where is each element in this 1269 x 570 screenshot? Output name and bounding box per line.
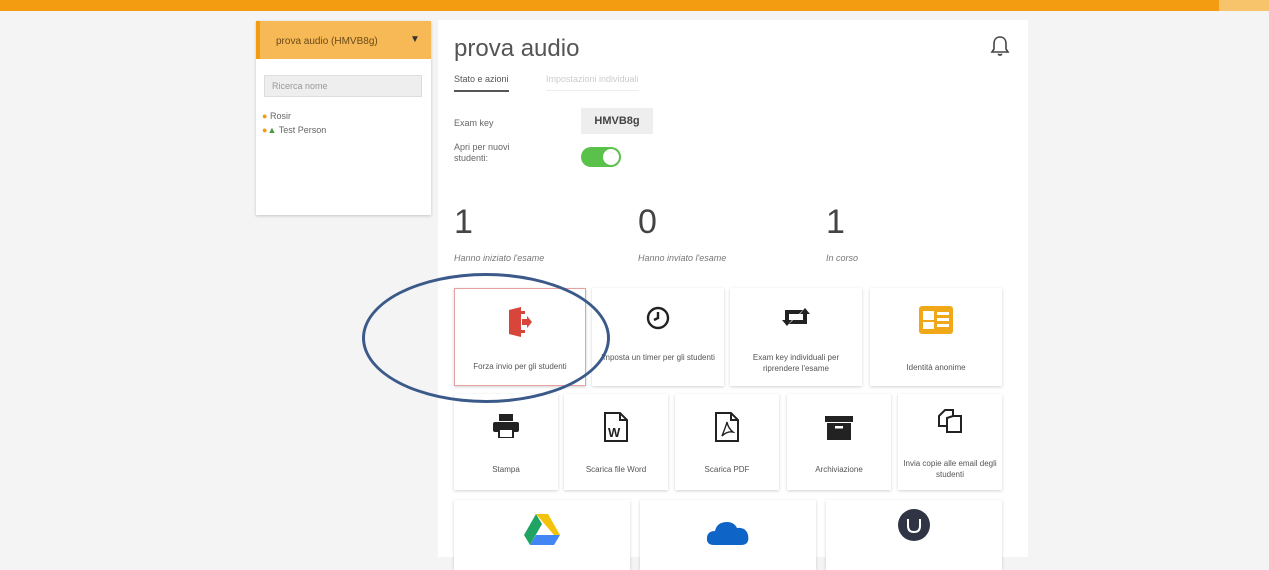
unicheck-icon	[898, 509, 930, 541]
bell-icon[interactable]	[988, 34, 1012, 58]
stat-in-progress-value: 1	[826, 203, 845, 241]
print-button[interactable]: Stampa	[454, 394, 558, 490]
download-word-label: Scarica file Word	[585, 465, 647, 474]
id-card-icon	[919, 306, 953, 334]
student-list: ● Rosir ●▲ Test Person	[262, 109, 326, 137]
exam-key-label: Exam key	[454, 118, 494, 128]
copy-icon	[938, 409, 962, 433]
email-copies-button[interactable]: Invia copie alle email degli studenti	[898, 394, 1002, 490]
student-name: Rosir	[269, 111, 291, 121]
caret-down-icon: ▼	[410, 34, 420, 45]
exam-select-label: prova audio (HMVB8g)	[276, 36, 378, 47]
status-dot-icon: ●	[262, 111, 268, 121]
email-copies-label: Invia copie alle email degli studenti	[903, 459, 997, 479]
google-drive-button[interactable]	[454, 500, 630, 570]
archive-label: Archiviazione	[815, 465, 863, 474]
student-search-input[interactable]: Ricerca nome	[264, 75, 422, 97]
force-submit-button[interactable]: Forza invio per gli studenti	[454, 288, 586, 386]
word-file-icon: W	[604, 412, 628, 442]
exit-icon	[509, 307, 532, 337]
set-timer-button[interactable]: Imposta un timer per gli studenti	[592, 288, 724, 386]
tab-individual-settings[interactable]: Impostazioni individuali	[546, 74, 639, 91]
main-panel: prova audio Stato e azioni Impostazioni …	[438, 20, 1028, 570]
print-label: Stampa	[492, 465, 520, 474]
page-title: prova audio	[454, 35, 580, 62]
unicheck-button[interactable]	[826, 500, 1002, 570]
onedrive-button[interactable]	[640, 500, 816, 570]
download-word-button[interactable]: W Scarica file Word	[564, 394, 668, 490]
stat-started-label: Hanno iniziato l'esame	[454, 253, 545, 263]
stat-started-value: 1	[454, 203, 473, 241]
open-new-students-toggle[interactable]	[581, 147, 621, 167]
student-item[interactable]: ● Rosir	[262, 109, 326, 123]
download-pdf-label: Scarica PDF	[704, 465, 750, 474]
archive-icon	[825, 416, 853, 440]
individual-exam-key-label: Exam key individuali per riprendere l'es…	[752, 353, 840, 373]
open-new-students-label: Apri per nuovi studenti:	[454, 142, 510, 163]
stat-submitted-value: 0	[638, 203, 657, 241]
archive-button[interactable]: Archiviazione	[787, 394, 891, 490]
top-bar-right-segment	[1219, 0, 1269, 11]
printer-icon	[493, 414, 519, 438]
stat-submitted-label: Hanno inviato l'esame	[638, 253, 727, 263]
toggle-knob	[603, 149, 619, 165]
top-accent-bar	[0, 0, 1269, 11]
svg-text:W: W	[608, 425, 621, 440]
google-drive-icon	[524, 514, 560, 545]
tab-status-actions[interactable]: Stato e azioni	[454, 74, 509, 92]
clock-icon	[646, 306, 670, 330]
student-name: Test Person	[278, 125, 327, 135]
stat-in-progress-label: In corso	[826, 253, 859, 263]
retweet-icon	[782, 308, 810, 326]
anonymous-identity-button[interactable]: Identità anonime	[870, 288, 1002, 386]
person-icon: ▲	[267, 125, 277, 135]
download-pdf-button[interactable]: Scarica PDF	[675, 394, 779, 490]
individual-exam-key-button[interactable]: Exam key individuali per riprendere l'es…	[730, 288, 862, 386]
set-timer-label: Imposta un timer per gli studenti	[601, 353, 715, 362]
onedrive-icon	[706, 522, 749, 545]
force-submit-label: Forza invio per gli studenti	[473, 362, 567, 371]
exam-key-value: HMVB8g	[581, 108, 653, 134]
pdf-file-icon	[715, 412, 739, 442]
student-item[interactable]: ●▲ Test Person	[262, 123, 326, 137]
exam-select-dropdown[interactable]: prova audio (HMVB8g) ▼	[256, 21, 431, 59]
anonymous-identity-label: Identità anonime	[906, 363, 966, 372]
sidebar: prova audio (HMVB8g) ▼ Ricerca nome ● Ro…	[256, 21, 431, 215]
